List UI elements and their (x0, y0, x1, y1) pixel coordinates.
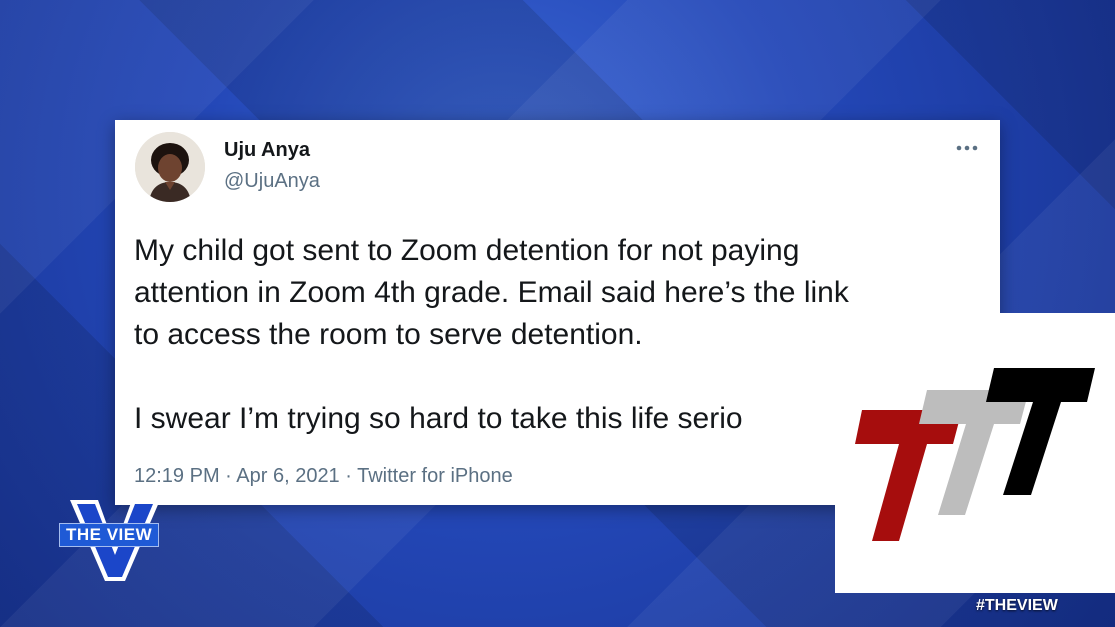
the-view-logo-label: THE VIEW (59, 523, 160, 547)
logo-t-red (855, 410, 962, 541)
logo-t-gray (919, 390, 1029, 515)
author-name[interactable]: Uju Anya (224, 139, 310, 162)
logo-t-black (986, 368, 1095, 495)
tweet-timestamp[interactable]: 12:19 PM · Apr 6, 2021 · Twitter for iPh… (134, 465, 513, 488)
avatar-image (135, 132, 205, 202)
author-avatar[interactable] (135, 132, 205, 202)
more-options-icon (956, 145, 978, 151)
author-handle[interactable]: @UjuAnya (224, 170, 320, 193)
three-t-logo (855, 368, 1095, 541)
show-hashtag: #THEVIEW (976, 597, 1058, 614)
more-options-button[interactable] (954, 138, 980, 158)
the-view-logo: THE VIEW (55, 495, 175, 585)
overlay-logo-box (835, 313, 1115, 593)
